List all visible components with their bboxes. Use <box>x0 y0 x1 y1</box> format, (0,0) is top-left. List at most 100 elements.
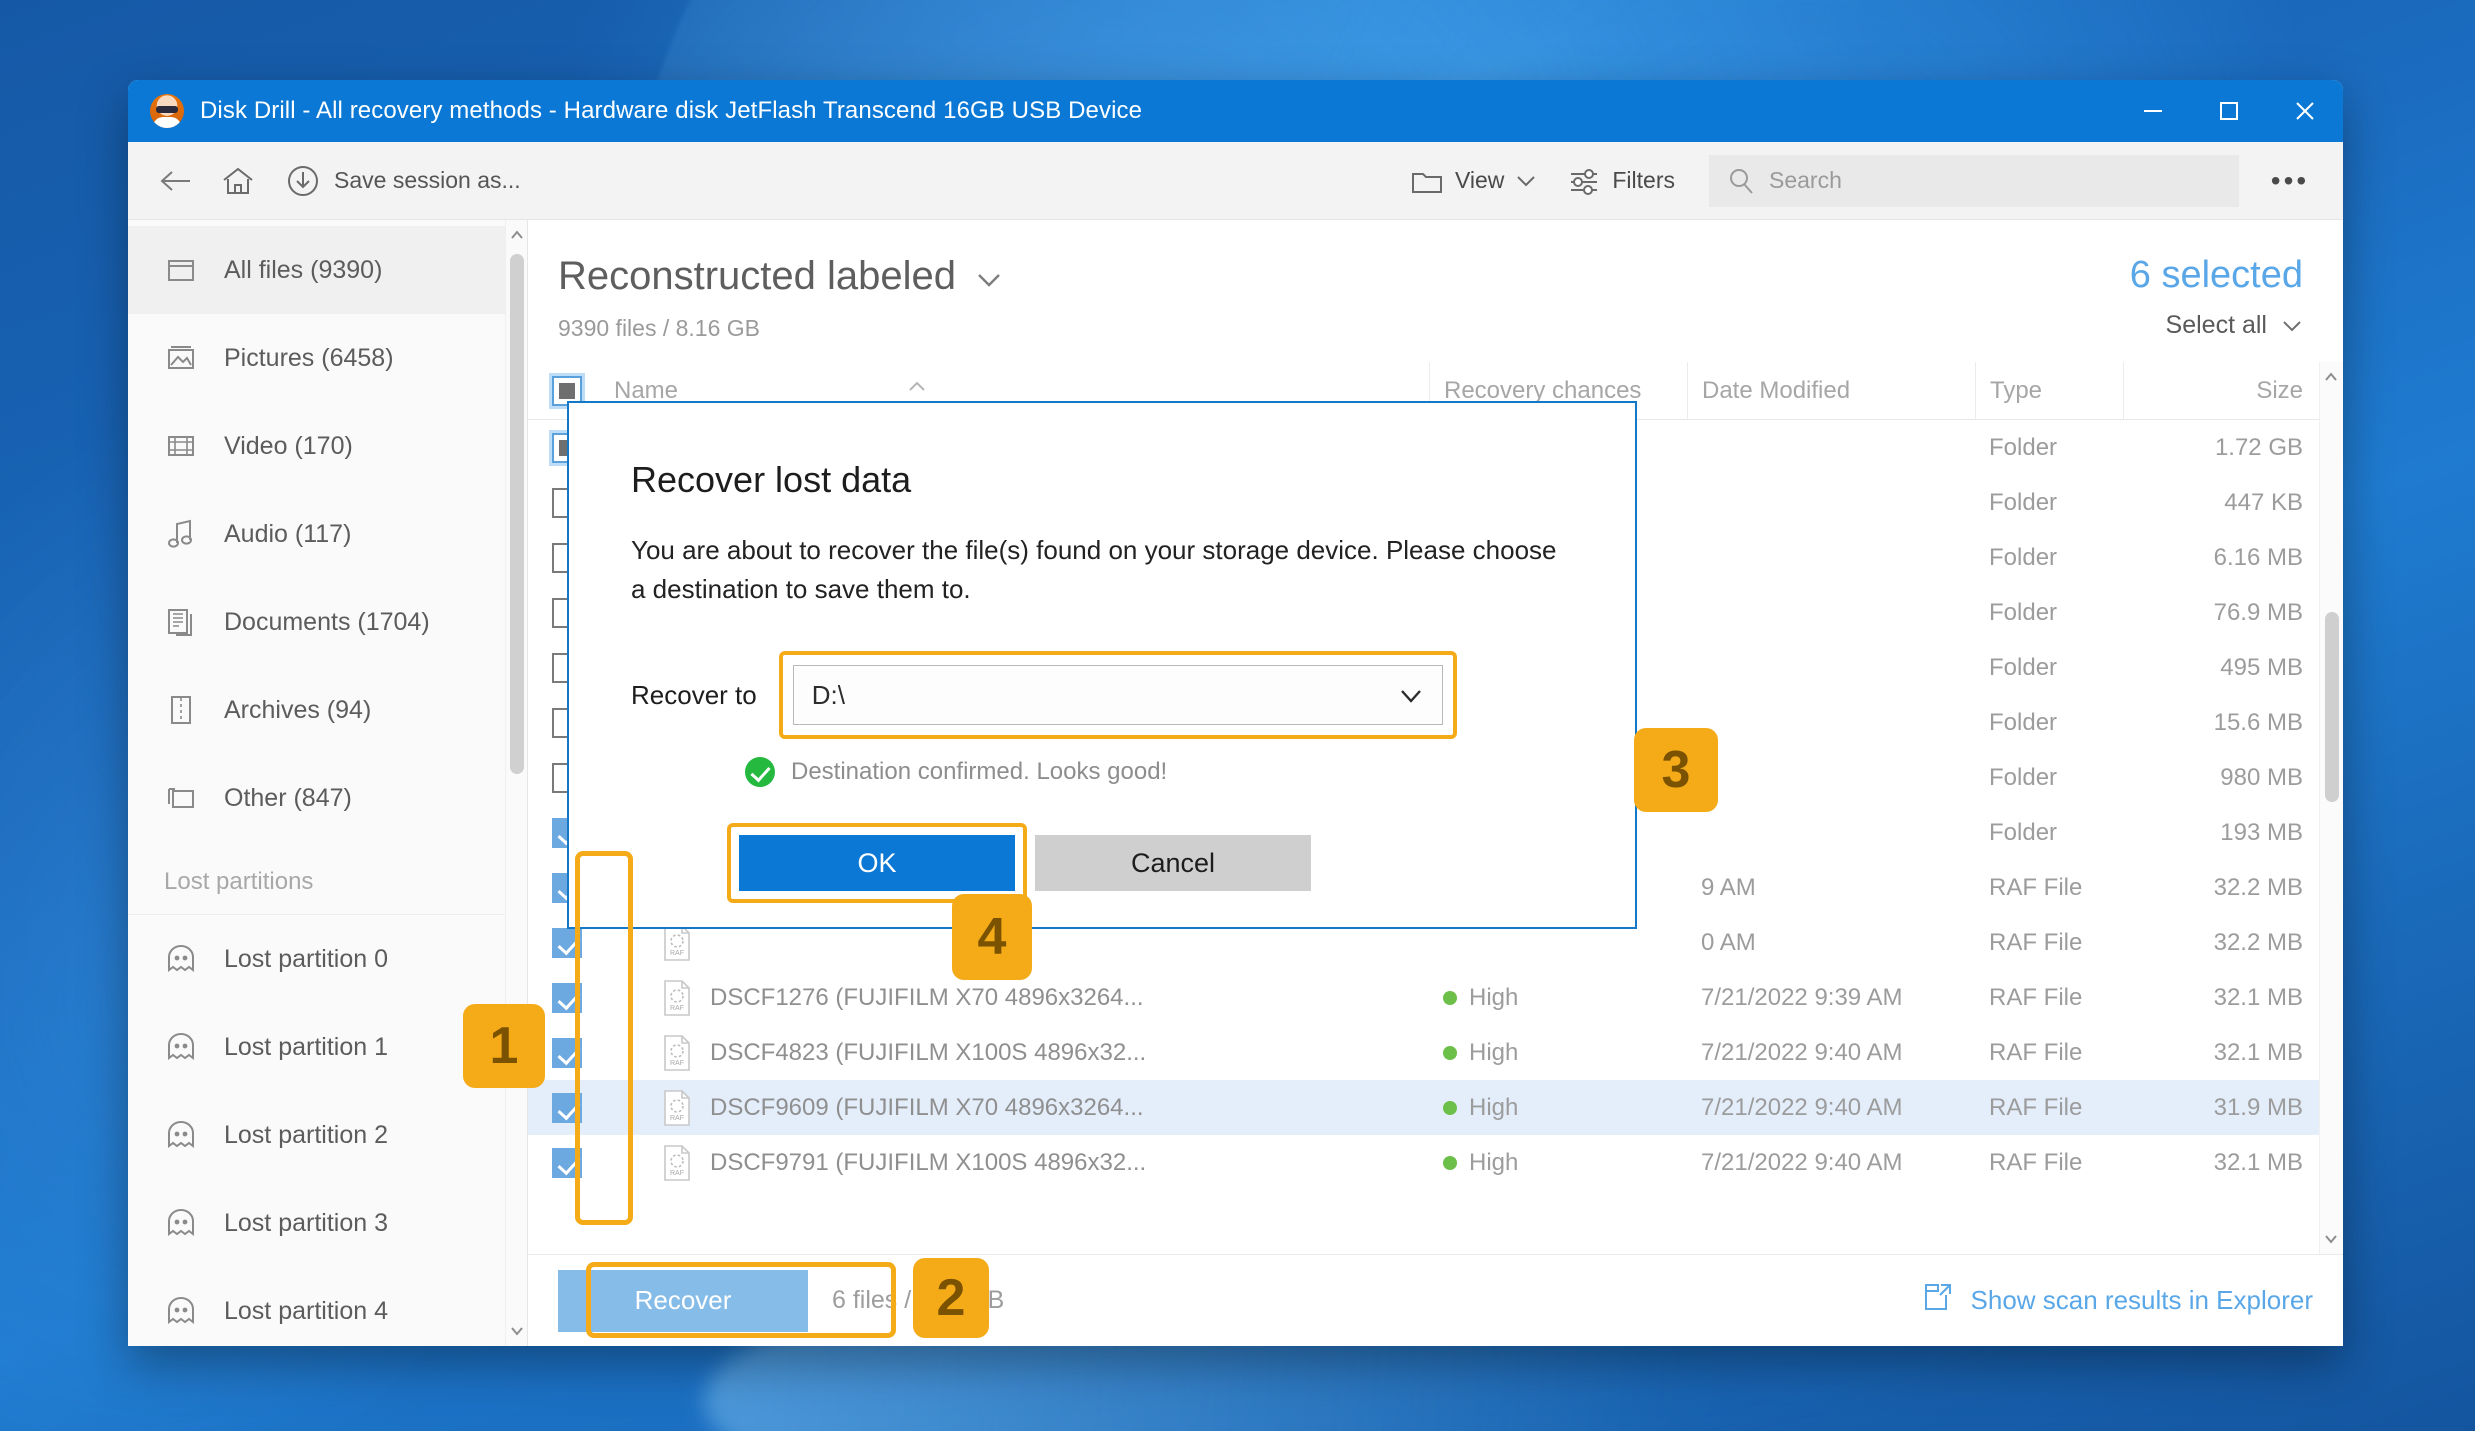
recover-button[interactable]: Recover <box>558 1269 808 1332</box>
save-session-button[interactable]: Save session as... <box>276 155 531 207</box>
close-button[interactable] <box>2267 80 2343 142</box>
search-input[interactable]: Search <box>1709 154 2239 207</box>
sidebar-item-lost-partition-4[interactable]: Lost partition 4 <box>128 1267 527 1346</box>
recovery-chance-dot <box>1443 1045 1457 1060</box>
annotation-badge-3: 3 <box>1634 728 1718 812</box>
checkbox-checked[interactable] <box>552 1092 582 1123</box>
destination-select[interactable]: D:\ <box>792 665 1443 725</box>
file-name: DSCF9609 (FUJIFILM X70 4896x3264... <box>710 1093 1144 1121</box>
sidebar-list: All files (9390) Pictures (6458) Video (… <box>128 220 527 1346</box>
row-date-cell: 0 AM <box>1701 928 1756 956</box>
sidebar-item-label: Documents (1704) <box>224 607 430 636</box>
ghost-icon <box>164 1294 198 1328</box>
row-type-cell: Folder <box>1989 598 2058 626</box>
row-size-cell: 15.6 MB <box>2213 708 2303 736</box>
checkbox-checked[interactable] <box>552 927 582 958</box>
row-type-cell: Folder <box>1989 488 2058 516</box>
chevron-down-icon <box>2281 311 2303 340</box>
bottom-bar: Recover 6 files / 193 MB Show scan resul… <box>528 1254 2343 1346</box>
sidebar-scroll-thumb[interactable] <box>510 254 524 774</box>
sidebar-item-label: Video (170) <box>224 431 353 460</box>
row-recovery-chance-cell: High <box>1429 1080 1687 1135</box>
app-logo-icon <box>150 94 184 128</box>
dialog-buttons: OK Cancel <box>727 823 1635 903</box>
row-checkbox-cell[interactable] <box>528 1092 606 1123</box>
recovery-chance-value: High <box>1469 983 1519 1011</box>
recovery-chance-value: High <box>1469 1093 1519 1121</box>
row-date-cell <box>1687 695 1975 750</box>
sidebar-item-label: All files (9390) <box>224 255 383 284</box>
scroll-down-icon[interactable] <box>506 1318 527 1344</box>
file-name: DSCF4823 (FUJIFILM X100S 4896x32... <box>710 1038 1147 1066</box>
recover-to-label: Recover to <box>631 679 757 710</box>
filters-button[interactable]: Filters <box>1552 155 1691 207</box>
sidebar-item-label: Lost partition 4 <box>224 1296 388 1325</box>
cancel-button[interactable]: Cancel <box>1035 835 1311 891</box>
back-arrow-icon[interactable] <box>150 155 202 207</box>
row-size-cell: 31.9 MB <box>2213 1093 2303 1121</box>
more-options-icon[interactable]: ••• <box>2255 155 2325 207</box>
scroll-up-icon[interactable] <box>2320 364 2342 390</box>
select-all-button[interactable]: Select all <box>2130 311 2303 340</box>
sidebar-item-pictures[interactable]: Pictures (6458) <box>128 314 527 402</box>
content-title-group: Reconstructed labeled 9390 files / 8.16 … <box>558 254 1002 342</box>
maximize-button[interactable] <box>2191 80 2267 142</box>
ghost-icon <box>164 1118 198 1152</box>
audio-icon <box>164 517 198 551</box>
video-icon <box>164 429 198 463</box>
ok-button[interactable]: OK <box>739 835 1015 891</box>
scroll-down-icon[interactable] <box>2320 1226 2342 1252</box>
table-scroll-thumb[interactable] <box>2325 612 2339 802</box>
row-date-cell <box>1687 585 1975 640</box>
file-name: DSCF1276 (FUJIFILM X70 4896x3264... <box>710 983 1144 1011</box>
table-row[interactable]: RAF DSCF9609 (FUJIFILM X70 4896x3264... Hi… <box>528 1080 2319 1135</box>
sidebar-item-archives[interactable]: Archives (94) <box>128 666 527 754</box>
row-checkbox-cell[interactable] <box>528 1147 606 1178</box>
table-row[interactable]: RAF DSCF9791 (FUJIFILM X100S 4896x32... Hi… <box>528 1135 2319 1190</box>
row-date-cell <box>1687 475 1975 530</box>
destination-highlight: D:\ <box>778 651 1457 739</box>
sidebar-item-lost-partition-2[interactable]: Lost partition 2 <box>128 1091 527 1179</box>
column-header-type[interactable]: Type <box>1975 362 2123 419</box>
content-header: Reconstructed labeled 9390 files / 8.16 … <box>528 220 2343 342</box>
column-header-size[interactable]: Size <box>2123 362 2319 419</box>
row-name-cell: RAF DSCF9609 (FUJIFILM X70 4896x3264... <box>606 1089 1429 1127</box>
row-date-cell: 7/21/2022 9:40 AM <box>1701 1148 1903 1176</box>
sidebar-item-documents[interactable]: Documents (1704) <box>128 578 527 666</box>
show-scan-results-link[interactable]: Show scan results in Explorer <box>1921 1281 2313 1320</box>
content-title-dropdown[interactable]: Reconstructed labeled <box>558 254 1002 299</box>
sidebar-item-lost-partition-3[interactable]: Lost partition 3 <box>128 1179 527 1267</box>
destination-confirmation: Destination confirmed. Looks good! <box>745 757 1635 787</box>
row-date-cell <box>1687 640 1975 695</box>
content-subtitle: 9390 files / 8.16 GB <box>558 315 761 341</box>
page-title: Reconstructed labeled <box>558 254 957 298</box>
row-checkbox-cell[interactable] <box>528 927 606 958</box>
ghost-icon <box>164 942 198 976</box>
sidebar-item-other[interactable]: Other (847) <box>128 754 527 842</box>
table-scrollbar[interactable] <box>2319 362 2343 1254</box>
confirmation-text: Destination confirmed. Looks good! <box>791 758 1168 785</box>
sidebar-item-audio[interactable]: Audio (117) <box>128 490 527 578</box>
column-header-date-modified[interactable]: Date Modified <box>1687 362 1975 419</box>
row-date-cell: 7/21/2022 9:40 AM <box>1701 1093 1903 1121</box>
minimize-button[interactable] <box>2115 80 2191 142</box>
table-row[interactable]: RAF DSCF4823 (FUJIFILM X100S 4896x32... Hi… <box>528 1025 2319 1080</box>
checkbox-checked[interactable] <box>552 982 582 1013</box>
success-check-icon <box>745 757 775 787</box>
home-icon[interactable] <box>212 155 264 207</box>
annotation-badge-2: 2 <box>913 1258 989 1338</box>
checkbox-checked[interactable] <box>552 1037 582 1068</box>
checkbox-checked[interactable] <box>552 1147 582 1178</box>
sidebar-item-label: Lost partition 1 <box>224 1032 388 1061</box>
table-row[interactable]: RAF DSCF1276 (FUJIFILM X70 4896x3264... Hi… <box>528 970 2319 1025</box>
column-header-label: Date Modified <box>1702 376 1851 404</box>
scroll-up-icon[interactable] <box>506 222 527 248</box>
row-type-cell: Folder <box>1989 763 2058 791</box>
sidebar-scrollbar[interactable] <box>505 220 527 1346</box>
sidebar-item-lost-partition-0[interactable]: Lost partition 0 <box>128 915 527 1003</box>
sidebar-item-all-files[interactable]: All files (9390) <box>128 226 527 314</box>
view-button[interactable]: View <box>1395 155 1552 207</box>
svg-text:RAF: RAF <box>670 1060 684 1067</box>
sidebar-item-video[interactable]: Video (170) <box>128 402 527 490</box>
recovery-chance-dot <box>1443 990 1457 1005</box>
